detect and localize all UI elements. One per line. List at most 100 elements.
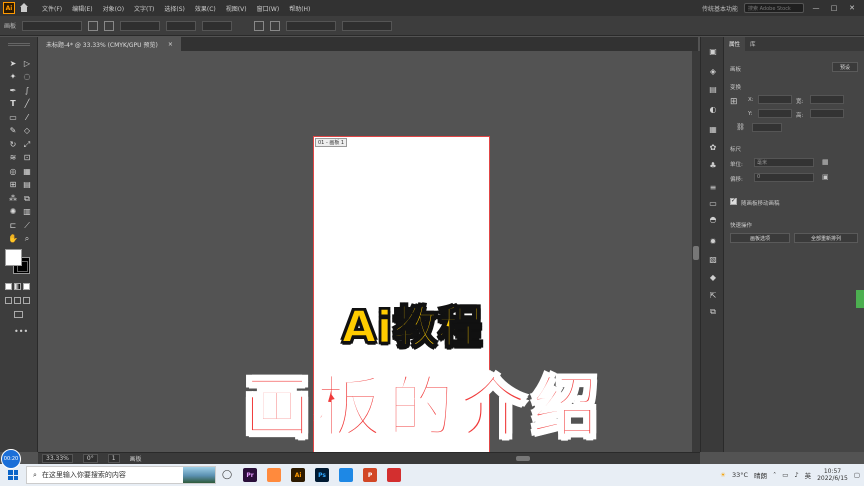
menu-item-2[interactable]: 对象(O) [98,4,129,13]
direct-selection-tool-icon[interactable]: ▷ [20,57,34,71]
pen-tool-icon[interactable]: ✒ [6,84,20,98]
graphic-styles-panel-icon[interactable]: ▧ [708,255,718,264]
link-proportions-icon[interactable]: ⛓ [736,123,745,131]
horizontal-scroll-thumb[interactable] [516,456,530,461]
magic-wand-tool-icon[interactable]: ✦ [6,71,20,85]
symbols-panel-icon[interactable]: ♣ [708,161,718,170]
align-icon[interactable] [270,20,281,31]
screen-mode-icon[interactable] [14,311,23,318]
clock[interactable]: 10:57 2022/6/15 [817,468,848,482]
y-input[interactable] [758,109,792,118]
scale-tool-icon[interactable]: ⤢ [20,138,34,152]
taskbar-app-1-icon[interactable] [267,468,282,482]
home-icon[interactable] [19,3,29,13]
vertical-scrollbar[interactable] [692,51,700,452]
menu-item-7[interactable]: 窗口(W) [252,4,285,13]
taskbar-app-2-icon[interactable]: Ai [291,468,306,482]
maximize-button[interactable]: □ [828,4,840,12]
artboard-preset-select[interactable] [22,20,83,31]
landscape-icon[interactable] [104,20,115,31]
artboard-label[interactable]: 01 - 画板 1 [315,138,348,147]
eraser-tool-icon[interactable]: ◇ [20,125,34,139]
close-button[interactable]: ✕ [846,4,858,12]
zoom-tool-icon[interactable]: ⌕ [20,233,34,247]
menu-item-1[interactable]: 编辑(E) [67,4,97,13]
vertical-scroll-thumb[interactable] [693,246,699,260]
workspace-switcher[interactable]: 传统基本功能 [702,4,738,13]
taskbar-app-0-icon[interactable]: Pr [243,468,258,482]
layers-stack-icon[interactable]: ◆ [708,273,718,282]
lasso-tool-icon[interactable]: ◌ [20,71,34,85]
rearrange-all-button[interactable]: 全部重新排列 [794,233,858,243]
taskbar-app-6-icon[interactable] [387,468,402,482]
export-panel-icon[interactable]: ⇱ [708,291,718,300]
tab-properties[interactable]: 属性 [724,37,746,51]
type-tool-icon[interactable]: T [6,98,20,112]
line-tool-icon[interactable]: ╱ [20,98,34,112]
offset-select[interactable]: 0 [754,173,814,182]
width-tool-icon[interactable]: ≋ [6,152,20,166]
portrait-icon[interactable] [88,20,99,31]
draw-behind-icon[interactable] [14,297,21,304]
move-tool-icon[interactable] [254,20,265,31]
swatches-panel-icon[interactable]: ▦ [708,125,718,134]
menu-item-5[interactable]: 效果(C) [190,4,221,13]
layers-panel-icon[interactable]: ◈ [708,67,718,76]
rotate-tool-icon[interactable]: ↻ [6,138,20,152]
ime-indicator[interactable]: 英 [805,470,812,480]
taskbar-app-3-icon[interactable]: Ps [315,468,330,482]
height-input[interactable] [810,109,844,118]
document-tab[interactable]: 未标题-4* @ 33.33% (CMYK/GPU 预览) × [38,37,181,51]
none-mode-icon[interactable] [23,283,30,290]
notification-icon[interactable]: ▢ [854,471,860,479]
taskbar-app-5-icon[interactable]: P [363,468,378,482]
minimize-button[interactable]: — [810,4,822,12]
mesh-tool-icon[interactable]: ⊞ [6,179,20,193]
unit-select[interactable]: 毫米 [754,158,814,167]
chevron-up-icon[interactable]: ˄ [773,471,776,479]
side-widget[interactable] [856,290,864,308]
gradient-mode-icon[interactable] [14,283,21,290]
x-field[interactable] [166,20,197,31]
rectangle-tool-icon[interactable]: ▭ [6,111,20,125]
curvature-tool-icon[interactable]: ∫ [20,84,34,98]
menu-item-3[interactable]: 文字(T) [129,4,159,13]
artboard-options-button[interactable]: 画板选项 [730,233,790,243]
status-mode[interactable]: 画板 [130,454,142,463]
shape-builder-tool-icon[interactable]: ◎ [6,165,20,179]
properties-panel-icon[interactable]: ▣ [708,47,718,56]
draw-inside-icon[interactable] [23,297,30,304]
preset-button[interactable]: 预设 [832,62,858,72]
eyedropper-tool-icon[interactable]: ⁂ [6,192,20,206]
hand-tool-icon[interactable]: ✋ [6,233,20,247]
artboards-panel-icon[interactable]: ⧉ [708,307,718,316]
slice-tool-icon[interactable]: ⟋ [20,219,34,233]
zoom-level-select[interactable]: 33.33% [42,454,73,463]
stock-search-input[interactable]: 搜索 Adobe Stock [744,3,804,13]
paintbrush-tool-icon[interactable]: ⁄ [20,111,34,125]
blend-tool-icon[interactable]: ⧉ [20,192,34,206]
menu-item-4[interactable]: 选择(S) [159,4,190,13]
draw-normal-icon[interactable] [5,297,12,304]
height-field[interactable] [342,20,393,31]
close-tab-icon[interactable]: × [168,41,173,48]
x-input[interactable] [758,95,792,104]
artboard-tool-icon[interactable]: ⊏ [6,219,20,233]
gradient-tool-icon[interactable]: ▤ [20,179,34,193]
symbol-sprayer-tool-icon[interactable]: ✺ [6,206,20,220]
rotate-input[interactable] [752,123,782,132]
rotation-select[interactable]: 0° [82,454,98,463]
toolbar-grip[interactable] [8,43,30,46]
grid-icon[interactable]: ▣ [822,173,829,181]
menu-item-0[interactable]: 文件(F) [37,4,67,13]
transparency-panel-icon[interactable]: ◓ [708,215,718,224]
taskbar-app-4-icon[interactable] [339,468,354,482]
move-with-art-checkbox[interactable] [730,197,737,205]
tab-libraries[interactable]: 库 [745,37,761,51]
volume-icon[interactable]: ♪ [794,471,798,479]
more-tools-icon[interactable]: ••• [14,327,28,336]
menu-item-8[interactable]: 帮助(H) [284,4,315,13]
temperature[interactable]: 33°C [732,471,748,479]
width-field[interactable] [286,20,337,31]
selection-tool-icon[interactable]: ➤ [6,57,20,71]
